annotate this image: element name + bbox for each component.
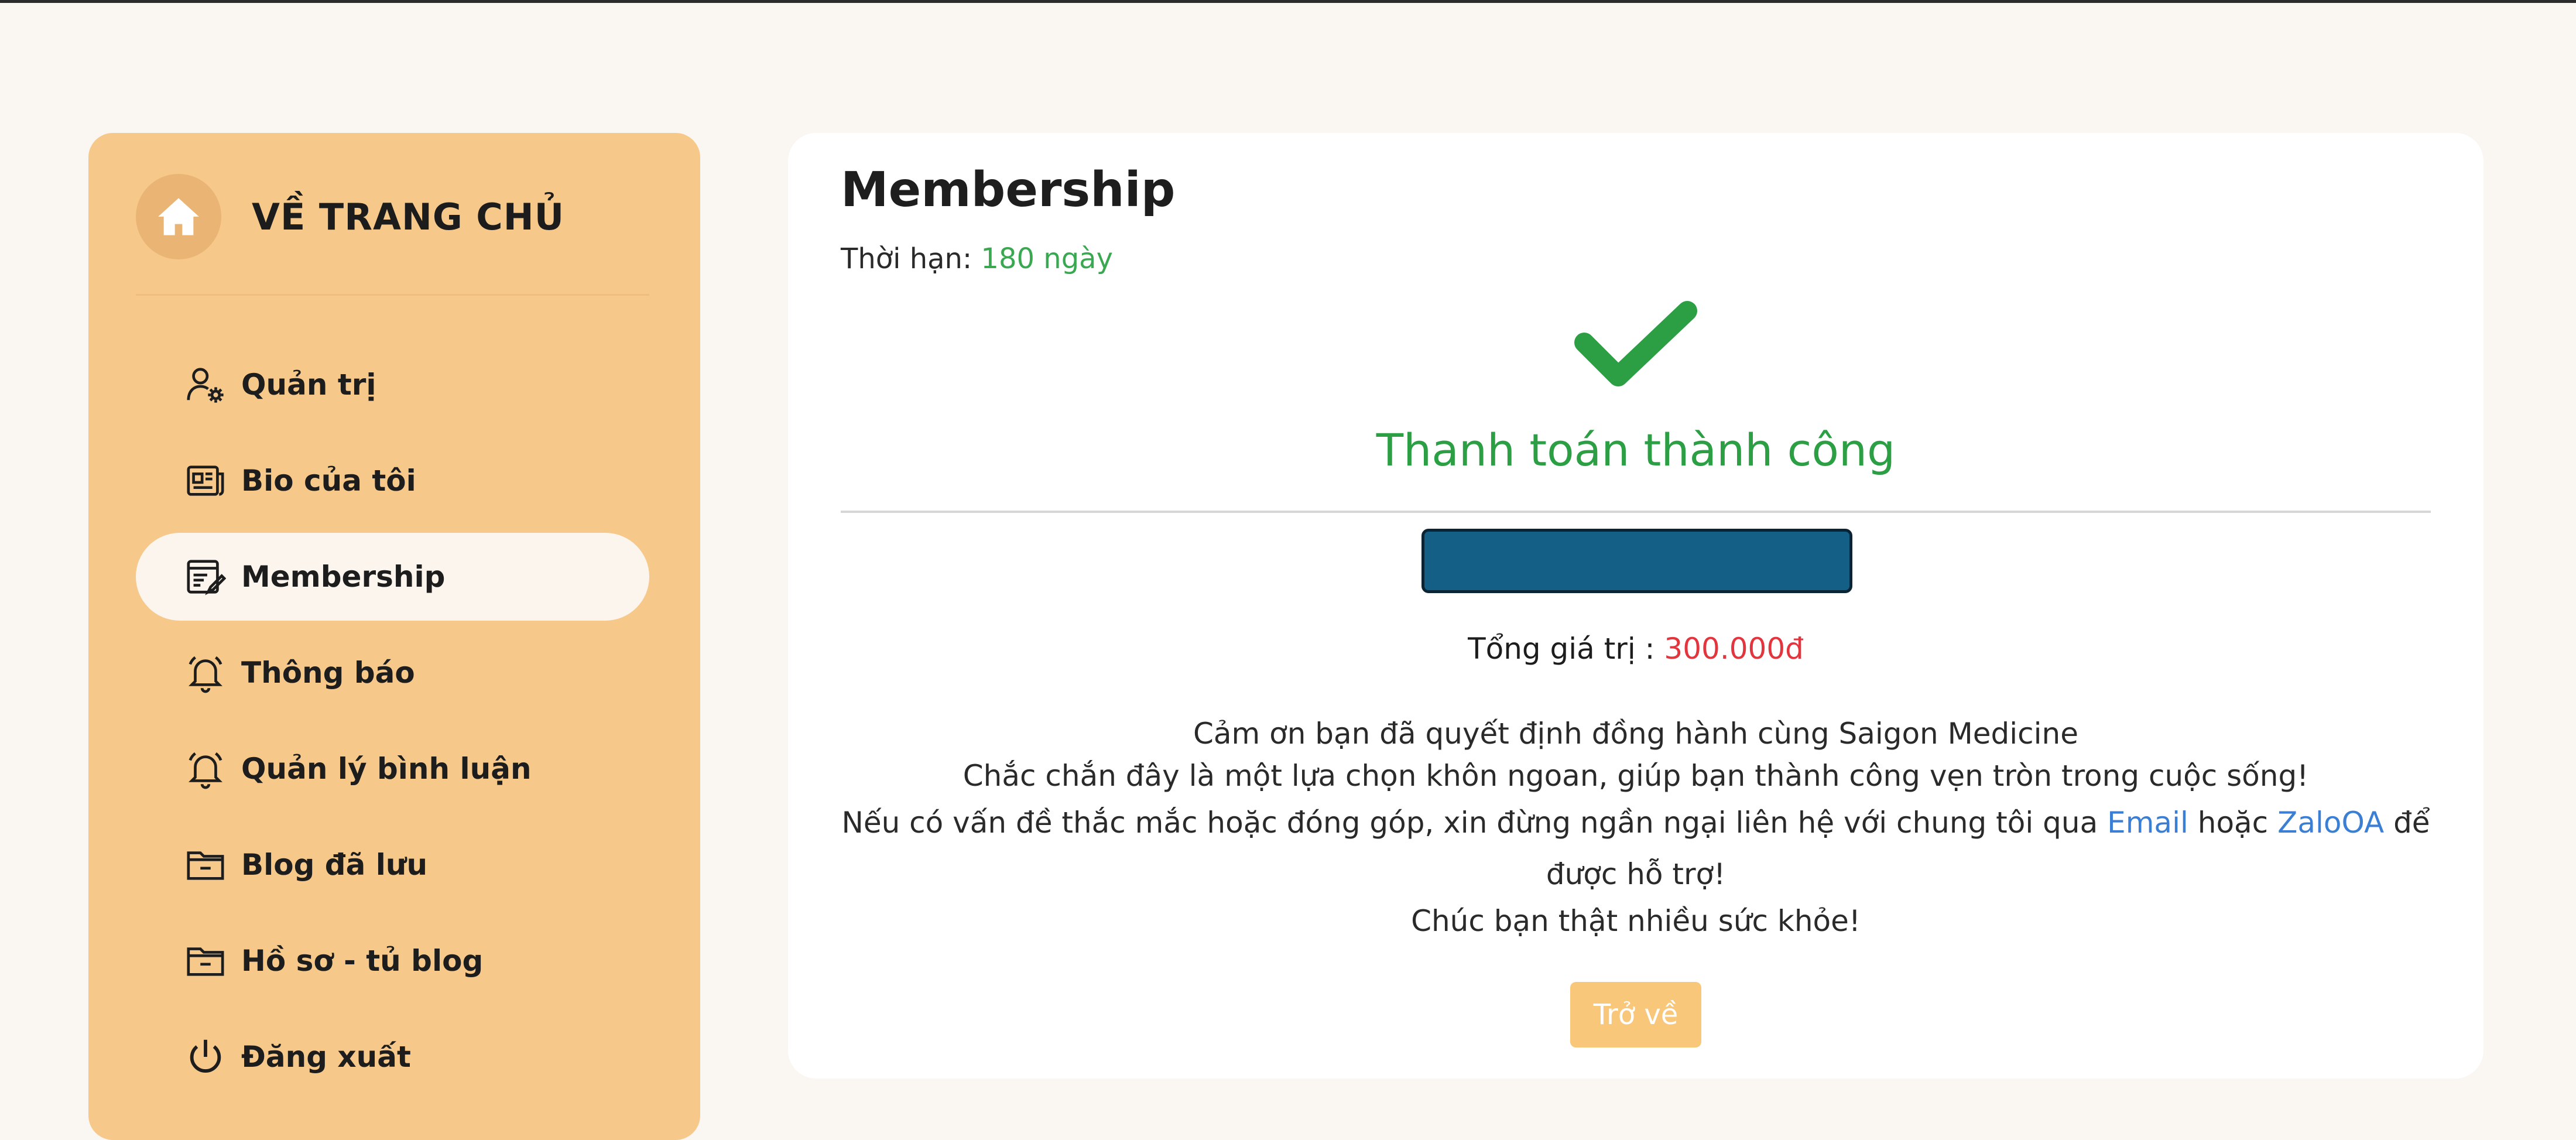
user-gear-icon <box>184 363 227 406</box>
sidebar: VỀ TRANG CHỦ Quản trị Bio của tôi Member… <box>88 133 700 1140</box>
message-line-3-prefix: Nếu có vấn đề thắc mắc hoặc đóng góp, xi… <box>841 806 2098 840</box>
total-value: 300.000đ <box>1664 632 1804 666</box>
sidebar-item-ho-so-tu-blog[interactable]: Hồ sơ - tủ blog <box>136 917 649 1005</box>
duration-value: 180 ngày <box>981 242 1113 275</box>
folder-icon <box>184 843 227 886</box>
message-line-4: Chúc bạn thật nhiều sức khỏe! <box>1411 904 1861 938</box>
sidebar-item-blog-da-luu[interactable]: Blog đã lưu <box>136 821 649 909</box>
membership-card: Membership Thời hạn: 180 ngày Thanh toán… <box>788 133 2483 1079</box>
checkmark-icon <box>1574 301 1697 386</box>
newspaper-icon <box>184 459 227 502</box>
window-top-border <box>0 0 2576 3</box>
sidebar-item-dang-xuat[interactable]: Đăng xuất <box>136 1013 649 1101</box>
sidebar-item-label: Hồ sơ - tủ blog <box>241 944 484 978</box>
sidebar-item-membership[interactable]: Membership <box>136 533 649 621</box>
home-label: VỀ TRANG CHỦ <box>252 195 565 238</box>
home-icon-badge <box>136 174 221 259</box>
zalo-link[interactable]: ZaloOA <box>2277 806 2384 840</box>
sidebar-item-label: Membership <box>241 560 446 594</box>
home-icon <box>158 198 199 235</box>
back-button[interactable]: Trở về <box>1570 982 1701 1047</box>
email-link[interactable]: Email <box>2107 806 2188 840</box>
home-link[interactable]: VỀ TRANG CHỦ <box>136 174 564 259</box>
duration-row: Thời hạn: 180 ngày <box>841 242 1113 275</box>
message-line-1: Cảm ơn bạn đã quyết định đồng hành cùng … <box>1193 717 2079 751</box>
sidebar-item-label: Thông báo <box>241 656 415 690</box>
sidebar-item-quan-ly-binh-luan[interactable]: Quản lý bình luận <box>136 725 649 813</box>
sidebar-item-label: Quản lý bình luận <box>241 752 532 786</box>
message-line-2: Chắc chắn đây là một lựa chọn khôn ngoan… <box>962 759 2309 793</box>
message-line-3: Nếu có vấn đề thắc mắc hoặc đóng góp, xi… <box>841 797 2431 900</box>
sidebar-item-label: Bio của tôi <box>241 464 416 498</box>
redacted-block <box>1421 529 1852 593</box>
total-label: Tổng giá trị : <box>1468 632 1655 666</box>
sidebar-item-label: Blog đã lưu <box>241 848 428 882</box>
sidebar-item-label: Quản trị <box>241 368 376 402</box>
sidebar-item-bio[interactable]: Bio của tôi <box>136 437 649 525</box>
sidebar-divider <box>136 294 649 296</box>
bell-icon <box>184 747 227 790</box>
success-title: Thanh toán thành công <box>1376 424 1896 476</box>
sidebar-menu: Quản trị Bio của tôi Membership Thông bá… <box>136 341 649 1109</box>
sidebar-item-quan-tri[interactable]: Quản trị <box>136 341 649 429</box>
sidebar-item-thong-bao[interactable]: Thông báo <box>136 629 649 717</box>
power-icon <box>184 1035 227 1079</box>
page-title: Membership <box>841 162 1176 218</box>
thank-you-message: Cảm ơn bạn đã quyết định đồng hành cùng … <box>841 713 2431 942</box>
folder-icon <box>184 939 227 982</box>
total-row: Tổng giá trị : 300.000đ <box>788 632 2483 666</box>
edit-document-icon <box>184 555 227 598</box>
message-line-3-mid: hoặc <box>2197 806 2269 840</box>
sidebar-item-label: Đăng xuất <box>241 1040 411 1074</box>
bell-icon <box>184 651 227 694</box>
duration-label: Thời hạn: <box>841 242 972 275</box>
card-divider <box>841 511 2431 513</box>
